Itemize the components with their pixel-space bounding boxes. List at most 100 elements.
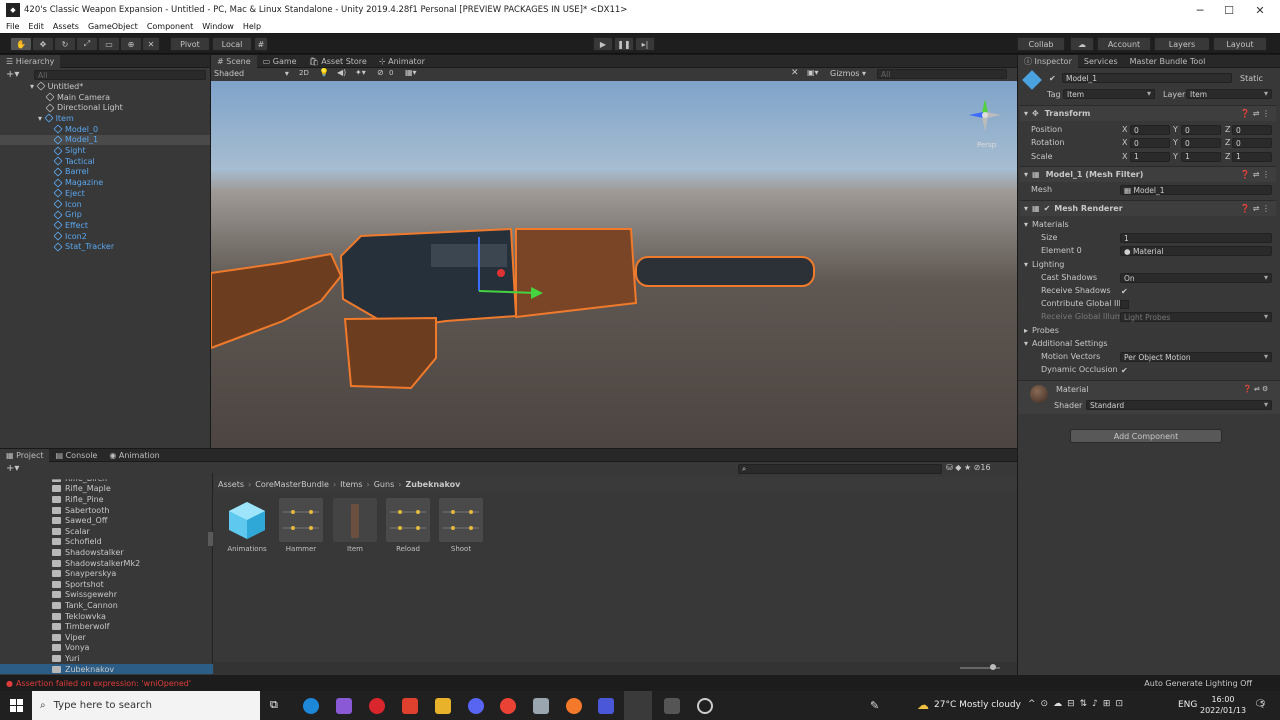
tree-item[interactable]: Tactical (53, 156, 95, 167)
y-field[interactable]: 0 (1181, 125, 1221, 135)
play-icon[interactable]: ▶ (593, 37, 613, 51)
tab-inspector[interactable]: ⓘ Inspector (1018, 54, 1078, 68)
file-explorer-icon[interactable] (435, 698, 451, 714)
scene-viewport[interactable]: Persp (211, 81, 1017, 448)
tag-dropdown[interactable]: Item (1063, 89, 1155, 99)
media-app-icon[interactable] (402, 698, 418, 714)
folder-item[interactable]: Viper (52, 632, 86, 643)
mesh-filter-header[interactable]: ▾ ▦ Model_1 (Mesh Filter) ❓ ⇌ ⋮ (1020, 166, 1276, 182)
element-field[interactable]: ● Material (1120, 246, 1272, 256)
orientation-gizmo[interactable] (965, 95, 1005, 135)
materials-foldout[interactable]: ▾ Materials (1020, 218, 1276, 231)
breadcrumb-item[interactable]: Zubeknakov (405, 480, 460, 489)
folder-item[interactable]: Scalar (52, 526, 90, 537)
shader-dropdown[interactable]: Standard (1086, 400, 1272, 410)
windows-start-icon[interactable] (10, 699, 23, 712)
transform-header[interactable]: ▾ ✥ Transform ❓ ⇌ ⋮ (1020, 105, 1276, 121)
tab-scene[interactable]: # Scene (211, 54, 257, 68)
scene-row[interactable]: ▾ Untitled* (30, 81, 210, 92)
active-checkbox[interactable]: ✔ (1049, 74, 1056, 83)
dynamic-occlusion-checkbox[interactable]: ✔ (1121, 366, 1128, 375)
folder-item[interactable]: ShadowstalkerMk2 (52, 558, 140, 569)
tree-item[interactable]: Directional Light (45, 102, 123, 113)
y-field[interactable]: 1 (1181, 151, 1221, 162)
folder-item[interactable]: Swissgewehr (52, 590, 117, 601)
folder-item[interactable]: Vonya (52, 643, 89, 654)
add-component-button[interactable]: Add Component (1070, 429, 1222, 443)
component-menu-icon[interactable]: ❓ ⇌ ⋮ (1240, 204, 1270, 213)
tree-item[interactable]: Eject (53, 188, 85, 199)
receive-gi-dropdown[interactable]: Light Probes (1120, 312, 1272, 322)
asset-item[interactable]: Animations (225, 498, 269, 553)
z-field[interactable]: 0 (1232, 125, 1272, 135)
breadcrumb-item[interactable]: CoreMasterBundle (255, 480, 329, 489)
tree-item[interactable]: Model_1 (0, 134, 210, 146)
tab-project[interactable]: ▦ Project (0, 448, 50, 462)
contribute-gi-checkbox[interactable] (1120, 300, 1129, 309)
mesh-field[interactable]: ▦ Model_1 (1120, 185, 1272, 195)
chrome-icon[interactable] (500, 698, 516, 714)
menu-file[interactable]: File (6, 22, 19, 31)
gizmos-dropdown[interactable]: Gizmos ▾ (830, 69, 866, 78)
tree-item[interactable]: Icon (53, 199, 82, 210)
close-icon[interactable]: ✕ (1245, 0, 1275, 20)
custom-tool-icon[interactable]: ✕ (142, 37, 160, 51)
z-field[interactable]: 1 (1232, 151, 1272, 162)
tab-services[interactable]: Services (1078, 55, 1124, 68)
tree-item[interactable]: Magazine (53, 177, 103, 188)
folder-item[interactable]: Zubeknakov (0, 663, 213, 675)
tab-console[interactable]: ▤ Console (49, 449, 103, 462)
material-menu-icon[interactable]: ❓ ⇌ ⚙ (1243, 385, 1268, 393)
app4-icon[interactable] (697, 698, 713, 714)
tree-item[interactable]: Effect (53, 220, 88, 231)
account-button[interactable]: Account (1097, 37, 1151, 51)
visibility-icon[interactable]: ⊘ (377, 68, 384, 77)
motion-vectors-dropdown[interactable]: Per Object Motion (1120, 352, 1272, 362)
error-message[interactable]: Assertion failed on expression: 'wniOpen… (16, 679, 191, 688)
receive-shadows-checkbox[interactable]: ✔ (1121, 287, 1128, 296)
task-view-icon[interactable]: ⧉ (270, 698, 286, 714)
asset-item[interactable]: Hammer (279, 498, 323, 553)
folder-item[interactable]: Shadowstalker (52, 547, 124, 558)
x-field[interactable]: 0 (1130, 138, 1170, 149)
layer-dropdown[interactable]: Item (1186, 89, 1272, 99)
object-name-field[interactable]: Model_1 (1062, 73, 1232, 83)
shading-mode-dropdown[interactable]: Shaded ▾ (214, 69, 289, 78)
language-indicator[interactable]: ENG (1178, 700, 1197, 710)
tools-icon[interactable]: ✕ (791, 68, 799, 78)
app3-icon[interactable] (664, 698, 680, 714)
edge-icon[interactable] (303, 698, 319, 714)
mesh-renderer-header[interactable]: ▾ ▦ ✔ Mesh Renderer ❓ ⇌ ⋮ (1020, 200, 1276, 216)
grid-snap-icon[interactable]: # (254, 37, 268, 51)
tree-item[interactable]: Model_0 (53, 124, 98, 135)
breadcrumb-item[interactable]: Guns (374, 480, 395, 489)
pause-icon[interactable]: ❚❚ (614, 37, 634, 51)
folder-item[interactable]: Sportshot (52, 579, 104, 590)
lighting-icon[interactable]: 💡 (319, 68, 329, 77)
tree-item[interactable]: Icon2 (53, 231, 87, 242)
lighting-foldout[interactable]: ▾ Lighting (1020, 258, 1276, 271)
local-button[interactable]: Local (212, 37, 252, 51)
menu-gameobject[interactable]: GameObject (88, 22, 138, 31)
tree-item[interactable]: Sight (53, 145, 86, 156)
tree-item[interactable]: Grip (53, 209, 82, 220)
size-field[interactable]: 1 (1120, 233, 1272, 243)
tab-hierarchy[interactable]: ☰ Hierarchy (0, 54, 61, 68)
rotate-tool-icon[interactable]: ↻ (54, 37, 76, 51)
tab-game[interactable]: ▭ Game (257, 55, 303, 68)
effects-icon[interactable]: ✦▾ (355, 68, 366, 77)
filter-icons[interactable]: ⛁ ◆ ★ ⊘16 (946, 463, 991, 472)
tab-animation[interactable]: ◉ Animation (103, 449, 165, 462)
folder-item[interactable]: Snayperskya (52, 568, 116, 579)
probes-foldout[interactable]: ▸ Probes (1020, 324, 1276, 337)
folder-item[interactable]: Timberwolf (52, 621, 109, 632)
pivot-button[interactable]: Pivot (170, 37, 210, 51)
add-object-icon[interactable]: +▾ (6, 69, 19, 80)
move-tool-icon[interactable]: ✥ (32, 37, 54, 51)
folder-item[interactable]: Yuri (52, 653, 80, 664)
taskbar-search[interactable]: ⌕ Type here to search (32, 691, 260, 720)
cast-shadows-dropdown[interactable]: On (1120, 273, 1272, 283)
tray-icons[interactable]: ^⊙☁⊟⇅♪⊞⊡ (1028, 699, 1128, 709)
menu-component[interactable]: Component (147, 22, 193, 31)
weather-text[interactable]: 27°C Mostly cloudy (934, 700, 1021, 710)
